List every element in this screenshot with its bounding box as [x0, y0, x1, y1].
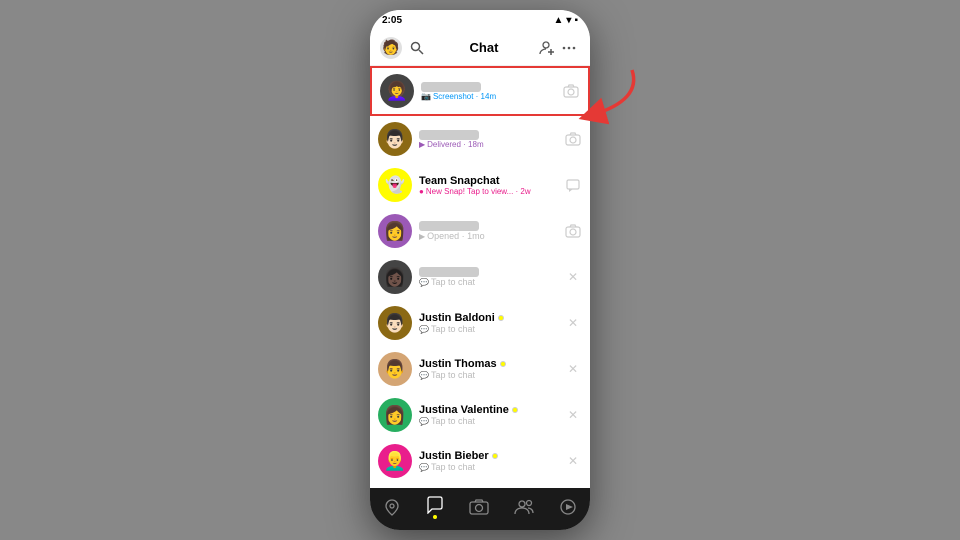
chat-name-testing: Testing: [421, 82, 562, 92]
time: 2:05: [382, 15, 402, 26]
avatar-team-snapchat: 👻: [378, 168, 412, 202]
camera-action-blurred2[interactable]: [564, 222, 582, 240]
chat-item-justin-baldoni[interactable]: 👨🏻 Justin Baldoni 💬 Tap to chat ✕: [370, 300, 590, 346]
chat-name-blurred3: [419, 267, 564, 277]
chat-info-blurred3: 💬 Tap to chat: [419, 267, 564, 287]
status-bar: 2:05 ▲ ▾ ▪: [370, 10, 590, 30]
page-title: Chat: [432, 40, 536, 55]
status-icons: ▲ ▾ ▪: [554, 15, 578, 26]
chat-sub-justina-valentine: 💬 Tap to chat: [419, 416, 564, 426]
chat-info-blurred2: ▶ Opened · 1mo: [419, 221, 564, 241]
avatar-justin-baldoni: 👨🏻: [378, 306, 412, 340]
avatar-testing: 👩‍🦱: [380, 74, 414, 108]
chat-info-justin-bieber: Justin Bieber 💬 Tap to chat: [419, 450, 564, 472]
wifi-icon: ▾: [566, 15, 571, 26]
chat-notification-dot: [433, 515, 437, 519]
chat-info-justin-thomas: Justin Thomas 💬 Tap to chat: [419, 358, 564, 380]
chat-info-blurred1: ▶ Delivered · 18m: [419, 130, 564, 149]
battery-icon: ▪: [574, 15, 578, 26]
chat-item-blurred1[interactable]: 👨🏻 ▶ Delivered · 18m: [370, 116, 590, 162]
chat-item-team-snapchat[interactable]: 👻 Team Snapchat ● New Snap! Tap to view.…: [370, 162, 590, 208]
avatar-blurred2: 👩: [378, 214, 412, 248]
chat-action-team-snapchat[interactable]: [564, 176, 582, 194]
dismiss-justina-valentine[interactable]: ✕: [564, 406, 582, 424]
nav-item-chat[interactable]: [418, 492, 452, 523]
dismiss-justin-bieber[interactable]: ✕: [564, 452, 582, 470]
dismiss-justin-baldoni[interactable]: ✕: [564, 314, 582, 332]
avatar-justin-thomas: 👨: [378, 352, 412, 386]
chat-sub-blurred1: ▶ Delivered · 18m: [419, 140, 564, 149]
chat-sub-justin-thomas: 💬 Tap to chat: [419, 370, 564, 380]
more-options-button[interactable]: [558, 37, 580, 59]
profile-avatar[interactable]: 🧑: [380, 37, 402, 59]
nav-bar: [370, 488, 590, 530]
chat-name-team-snapchat: Team Snapchat: [419, 175, 564, 187]
search-button[interactable]: [407, 38, 427, 58]
chat-name-justina-valentine: Justina Valentine: [419, 404, 564, 416]
nav-item-friends[interactable]: [506, 495, 542, 519]
chat-item-blurred2[interactable]: 👩 ▶ Opened · 1mo: [370, 208, 590, 254]
dismiss-justin-thomas[interactable]: ✕: [564, 360, 582, 378]
nav-item-map[interactable]: [375, 494, 409, 520]
chat-name-justin-baldoni: Justin Baldoni: [419, 312, 564, 324]
camera-action-testing[interactable]: [562, 82, 580, 100]
chat-sub-testing: 📷 Screenshot · 14m: [421, 92, 562, 101]
chat-name-blurred2: [419, 221, 564, 231]
avatar-blurred3: 👩🏿: [378, 260, 412, 294]
avatar-blurred1: 👨🏻: [378, 122, 412, 156]
nav-item-camera[interactable]: [461, 495, 497, 519]
chat-sub-justin-bieber: 💬 Tap to chat: [419, 462, 564, 472]
chat-item-justin-thomas[interactable]: 👨 Justin Thomas 💬 Tap to chat ✕: [370, 346, 590, 392]
chat-sub-blurred2: ▶ Opened · 1mo: [419, 231, 564, 241]
dismiss-blurred3[interactable]: ✕: [564, 268, 582, 286]
chat-name-justin-bieber: Justin Bieber: [419, 450, 564, 462]
chat-info-team-snapchat: Team Snapchat ● New Snap! Tap to view...…: [419, 175, 564, 196]
nav-item-stories[interactable]: [551, 494, 585, 520]
chat-info-testing: Testing 📷 Screenshot · 14m: [421, 82, 562, 101]
chat-item-justin-bieber[interactable]: 👱‍♂️ Justin Bieber 💬 Tap to chat ✕: [370, 438, 590, 484]
chat-item-blurred3[interactable]: 👩🏿 💬 Tap to chat ✕: [370, 254, 590, 300]
phone-frame: 2:05 ▲ ▾ ▪ 🧑 Chat: [370, 10, 590, 530]
signal-icon: ▲: [554, 15, 564, 26]
chat-info-justina-valentine: Justina Valentine 💬 Tap to chat: [419, 404, 564, 426]
chat-sub-team-snapchat: ● New Snap! Tap to view... · 2w: [419, 187, 564, 196]
chat-item-gigi-hadid[interactable]: 👩🏼 Gigi Hadid 💬 Tap to chat ✕: [370, 484, 590, 488]
chat-header: 🧑 Chat: [370, 30, 590, 66]
chat-info-justin-baldoni: Justin Baldoni 💬 Tap to chat: [419, 312, 564, 334]
chat-item-testing[interactable]: 👩‍🦱 Testing 📷 Screenshot · 14m: [370, 66, 590, 116]
camera-action-blurred1[interactable]: [564, 130, 582, 148]
chat-list: 👩‍🦱 Testing 📷 Screenshot · 14m: [370, 66, 590, 488]
chat-name-blurred1: [419, 130, 564, 140]
chat-item-justina-valentine[interactable]: 👩 Justina Valentine 💬 Tap to chat ✕: [370, 392, 590, 438]
avatar-justina-valentine: 👩: [378, 398, 412, 432]
chat-sub-justin-baldoni: 💬 Tap to chat: [419, 324, 564, 334]
chat-name-justin-thomas: Justin Thomas: [419, 358, 564, 370]
add-friend-button[interactable]: [536, 37, 558, 59]
avatar-justin-bieber: 👱‍♂️: [378, 444, 412, 478]
chat-sub-blurred3: 💬 Tap to chat: [419, 277, 564, 287]
